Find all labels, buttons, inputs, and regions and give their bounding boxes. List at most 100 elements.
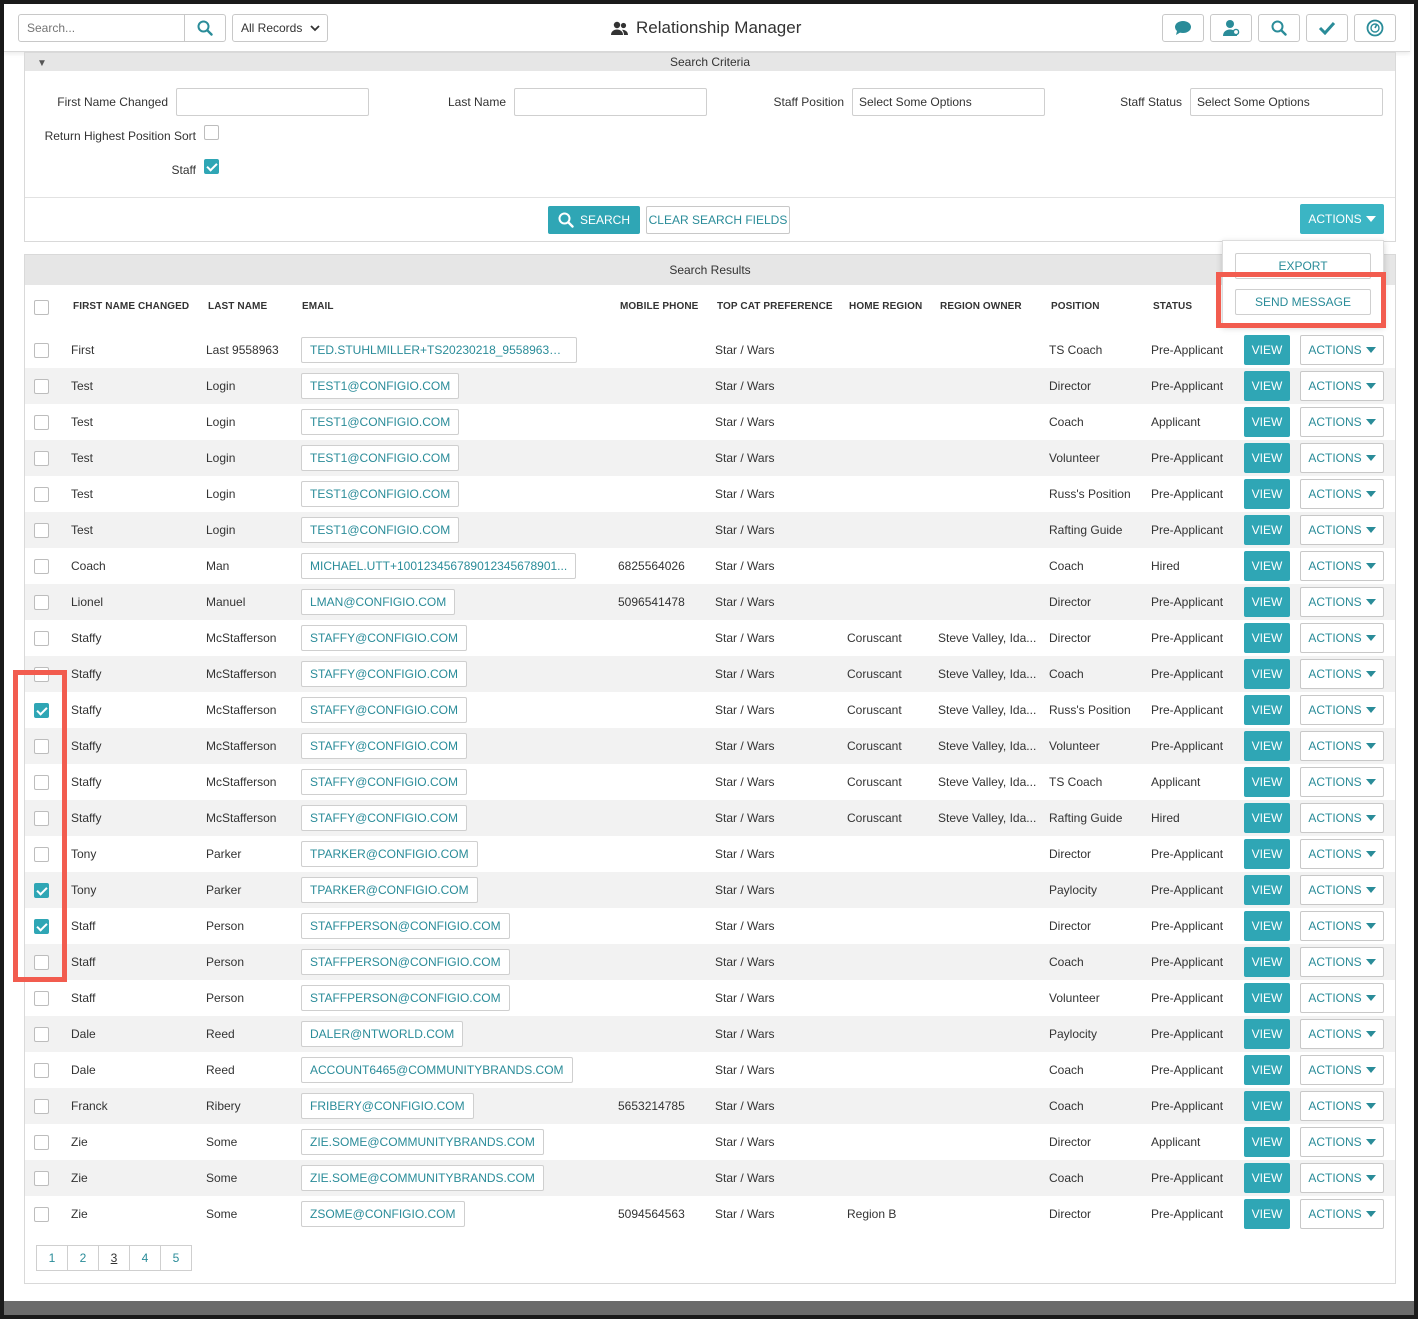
dashboard-button[interactable] — [1354, 14, 1396, 42]
column-header-status[interactable]: STATUS — [1153, 301, 1192, 312]
row-select-checkbox[interactable] — [34, 1171, 49, 1186]
row-select-checkbox[interactable] — [34, 487, 49, 502]
row-actions-button[interactable]: ACTIONS — [1300, 1055, 1384, 1085]
row-actions-button[interactable]: ACTIONS — [1300, 371, 1384, 401]
column-header-position[interactable]: POSITION — [1051, 301, 1100, 312]
page-link[interactable]: 3 — [98, 1245, 130, 1271]
first-name-input[interactable] — [176, 88, 369, 116]
email-link[interactable]: STAFFPERSON@CONFIGIO.COM — [301, 985, 510, 1011]
view-button[interactable]: VIEW — [1244, 479, 1290, 509]
email-link[interactable]: STAFFY@CONFIGIO.COM — [301, 625, 467, 651]
row-actions-button[interactable]: ACTIONS — [1300, 983, 1384, 1013]
page-link[interactable]: 5 — [160, 1245, 192, 1271]
email-link[interactable]: ZSOME@CONFIGIO.COM — [301, 1201, 465, 1227]
email-link[interactable]: STAFFPERSON@CONFIGIO.COM — [301, 913, 510, 939]
staff-status-select[interactable]: Select Some Options — [1190, 88, 1383, 116]
view-button[interactable]: VIEW — [1244, 1199, 1290, 1229]
row-select-checkbox[interactable] — [34, 1207, 49, 1222]
row-actions-button[interactable]: ACTIONS — [1300, 1199, 1384, 1229]
row-actions-button[interactable]: ACTIONS — [1300, 443, 1384, 473]
messages-button[interactable] — [1162, 14, 1204, 42]
view-button[interactable]: VIEW — [1244, 1127, 1290, 1157]
column-header-email[interactable]: EMAIL — [302, 301, 334, 312]
email-link[interactable]: MICHAEL.UTT+100123456789012345678901... — [301, 553, 577, 579]
email-link[interactable]: STAFFY@CONFIGIO.COM — [301, 697, 467, 723]
view-button[interactable]: VIEW — [1244, 947, 1290, 977]
row-select-checkbox[interactable] — [34, 379, 49, 394]
row-actions-button[interactable]: ACTIONS — [1300, 839, 1384, 869]
page-link[interactable]: 2 — [67, 1245, 99, 1271]
email-link[interactable]: STAFFY@CONFIGIO.COM — [301, 805, 467, 831]
view-button[interactable]: VIEW — [1244, 623, 1290, 653]
view-button[interactable]: VIEW — [1244, 983, 1290, 1013]
row-actions-button[interactable]: ACTIONS — [1300, 803, 1384, 833]
email-link[interactable]: TEST1@CONFIGIO.COM — [301, 481, 460, 507]
email-link[interactable]: STAFFPERSON@CONFIGIO.COM — [301, 949, 510, 975]
row-select-checkbox[interactable] — [34, 559, 49, 574]
row-actions-button[interactable]: ACTIONS — [1300, 875, 1384, 905]
row-actions-button[interactable]: ACTIONS — [1300, 1019, 1384, 1049]
view-button[interactable]: VIEW — [1244, 875, 1290, 905]
row-actions-button[interactable]: ACTIONS — [1300, 911, 1384, 941]
global-search-button[interactable] — [184, 14, 226, 42]
row-actions-button[interactable]: ACTIONS — [1300, 587, 1384, 617]
staff-checkbox[interactable] — [204, 159, 219, 174]
row-actions-button[interactable]: ACTIONS — [1300, 407, 1384, 437]
row-actions-button[interactable]: ACTIONS — [1300, 767, 1384, 797]
collapse-triangle-icon[interactable]: ▼ — [37, 55, 47, 73]
row-actions-button[interactable]: ACTIONS — [1300, 335, 1384, 365]
user-account-button[interactable] — [1210, 14, 1252, 42]
row-select-checkbox[interactable] — [34, 1099, 49, 1114]
row-actions-button[interactable]: ACTIONS — [1300, 1091, 1384, 1121]
email-link[interactable]: TPARKER@CONFIGIO.COM — [301, 841, 478, 867]
column-header-home-region[interactable]: HOME REGION — [849, 301, 922, 312]
view-button[interactable]: VIEW — [1244, 587, 1290, 617]
column-header-last-name[interactable]: LAST NAME — [208, 301, 267, 312]
page-link[interactable]: 4 — [129, 1245, 161, 1271]
view-button[interactable]: VIEW — [1244, 1019, 1290, 1049]
view-button[interactable]: VIEW — [1244, 371, 1290, 401]
row-actions-button[interactable]: ACTIONS — [1300, 623, 1384, 653]
email-link[interactable]: TEST1@CONFIGIO.COM — [301, 373, 460, 399]
column-header-top-cat-preference[interactable]: TOP CAT PREFERENCE — [717, 301, 833, 312]
view-button[interactable]: VIEW — [1244, 839, 1290, 869]
view-button[interactable]: VIEW — [1244, 443, 1290, 473]
global-search-input[interactable] — [18, 14, 186, 42]
row-actions-button[interactable]: ACTIONS — [1300, 515, 1384, 545]
row-actions-button[interactable]: ACTIONS — [1300, 947, 1384, 977]
view-button[interactable]: VIEW — [1244, 551, 1290, 581]
view-button[interactable]: VIEW — [1244, 1091, 1290, 1121]
clear-search-fields-button[interactable]: CLEAR SEARCH FIELDS — [646, 206, 790, 234]
email-link[interactable]: TEST1@CONFIGIO.COM — [301, 445, 460, 471]
row-select-checkbox[interactable] — [34, 1135, 49, 1150]
row-select-checkbox[interactable] — [34, 415, 49, 430]
row-select-checkbox[interactable] — [34, 523, 49, 538]
view-button[interactable]: VIEW — [1244, 335, 1290, 365]
row-actions-button[interactable]: ACTIONS — [1300, 479, 1384, 509]
search-criteria-header[interactable]: ▼ Search Criteria — [25, 53, 1395, 71]
row-actions-button[interactable]: ACTIONS — [1300, 1163, 1384, 1193]
email-link[interactable]: TED.STUHLMILLER+TS20230218_9558963@C... — [301, 337, 577, 363]
row-select-checkbox[interactable] — [34, 991, 49, 1006]
email-link[interactable]: DALER@NTWORLD.COM — [301, 1021, 464, 1047]
view-button[interactable]: VIEW — [1244, 515, 1290, 545]
row-actions-button[interactable]: ACTIONS — [1300, 551, 1384, 581]
select-all-checkbox[interactable] — [34, 300, 49, 315]
records-filter-select[interactable]: All Records — [232, 14, 328, 42]
email-link[interactable]: STAFFY@CONFIGIO.COM — [301, 661, 467, 687]
page-link[interactable]: 1 — [36, 1245, 68, 1271]
row-actions-button[interactable]: ACTIONS — [1300, 659, 1384, 689]
row-select-checkbox[interactable] — [34, 595, 49, 610]
view-button[interactable]: VIEW — [1244, 659, 1290, 689]
column-header-mobile-phone[interactable]: MOBILE PHONE — [620, 301, 698, 312]
email-link[interactable]: STAFFY@CONFIGIO.COM — [301, 733, 467, 759]
email-link[interactable]: TPARKER@CONFIGIO.COM — [301, 877, 478, 903]
email-link[interactable]: STAFFY@CONFIGIO.COM — [301, 769, 467, 795]
email-link[interactable]: FRIBERY@CONFIGIO.COM — [301, 1093, 474, 1119]
bulk-actions-button[interactable]: ACTIONS — [1300, 204, 1384, 234]
highest-position-checkbox[interactable] — [204, 125, 219, 140]
row-actions-button[interactable]: ACTIONS — [1300, 731, 1384, 761]
view-button[interactable]: VIEW — [1244, 767, 1290, 797]
view-button[interactable]: VIEW — [1244, 1163, 1290, 1193]
view-button[interactable]: VIEW — [1244, 731, 1290, 761]
